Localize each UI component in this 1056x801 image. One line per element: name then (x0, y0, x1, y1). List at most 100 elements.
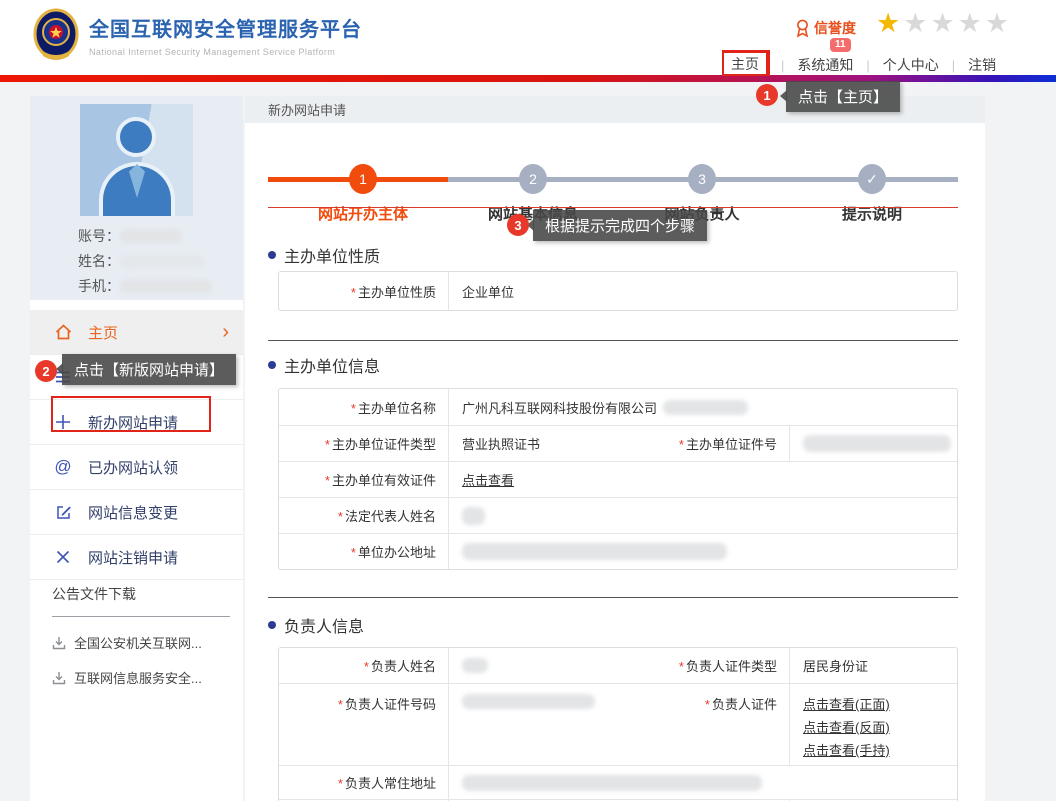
field-label: *负责人证件号码 (279, 684, 448, 713)
field-value (448, 498, 957, 533)
table-row: *负责人证件号码 *负责人证件 点击查看(正面) 点击查看(反面) 点击查看(手… (279, 683, 957, 765)
reputation: 信誉度 (795, 18, 856, 38)
wizard-divider (268, 207, 958, 208)
field-value: 企业单位 (448, 272, 957, 310)
star-icon: ★ (876, 8, 903, 38)
annotation-circle-3: 3 (507, 214, 529, 236)
account-label: 账号： (78, 224, 120, 249)
notice-count-badge: 11 (830, 38, 851, 52)
sidebar-item-home[interactable]: 主页 › (30, 310, 243, 355)
avatar (80, 104, 193, 216)
brand-titles: 全国互联网安全管理服务平台 National Internet Security… (89, 13, 362, 57)
required-mark: * (364, 659, 369, 674)
reputation-label: 信誉度 (814, 18, 856, 38)
annotation-circle-2: 2 (35, 360, 57, 382)
sidebar-item-label: 网站信息变更 (88, 502, 178, 523)
section-title-nature: 主办单位性质 (268, 243, 380, 267)
required-mark: * (351, 545, 356, 560)
section-title-org: 主办单位信息 (268, 353, 380, 377)
annotation-tooltip-2: 点击【新版网站申请】 (62, 354, 236, 385)
sidebar-menu: 主页 › 新办网站申请 @ 已办网站认领 (30, 310, 243, 580)
app-subtitle: National Internet Security Management Se… (89, 47, 362, 57)
redacted-value (462, 694, 595, 709)
redacted-account-value (120, 230, 182, 243)
field-value: 广州凡科互联网科技股份有限公司 (448, 389, 957, 425)
table-row: *主办单位有效证件 点击查看 (279, 461, 957, 497)
org-table: *主办单位名称 广州凡科互联网科技股份有限公司 *主办单位证件类型 营业执照证书… (278, 388, 958, 570)
reputation-stars: ★★★★★ (876, 8, 1012, 39)
required-mark: * (338, 509, 343, 524)
field-label: *负责人证件 (619, 684, 789, 713)
edit-icon (52, 502, 74, 522)
step-circle-3: 3 (688, 164, 716, 194)
annotation-circle-1: 1 (756, 84, 778, 106)
redacted-value (462, 543, 727, 560)
view-id-handheld-link[interactable]: 点击查看(手持) (803, 740, 957, 759)
sidebar-item-label: 主页 (88, 322, 118, 343)
redacted-value (663, 400, 748, 415)
field-value (448, 684, 619, 765)
field-label: *主办单位有效证件 (279, 470, 448, 489)
table-row: *主办单位性质 企业单位 (279, 272, 957, 310)
field-value (448, 766, 957, 799)
app-title: 全国互联网安全管理服务平台 (89, 13, 362, 42)
page-title: 新办网站申请 (268, 100, 346, 119)
at-icon: @ (52, 457, 74, 477)
bullet-icon (268, 361, 276, 369)
table-row: *主办单位证件类型 营业执照证书 *主办单位证件号 (279, 425, 957, 461)
section-divider (268, 340, 958, 341)
table-row: *主办单位名称 广州凡科互联网科技股份有限公司 (279, 389, 957, 425)
field-value (448, 648, 619, 683)
star-icon: ★ (958, 8, 985, 38)
download-link-label: 互联网信息服务安全... (74, 668, 202, 687)
view-id-front-link[interactable]: 点击查看(正面) (803, 694, 957, 713)
view-id-back-link[interactable]: 点击查看(反面) (803, 717, 957, 736)
step-circle-1: 1 (349, 164, 377, 194)
section-divider (268, 597, 958, 598)
field-label: *单位办公地址 (279, 542, 448, 561)
redacted-value (803, 435, 951, 452)
field-label: *主办单位性质 (279, 282, 448, 301)
main-content: 新办网站申请 1 2 3 ✓ 网站开办主体 网站基本信息 网站负责人 提示说明 … (245, 96, 985, 801)
table-row: *负责人常住地址 (279, 765, 957, 799)
required-mark: * (679, 437, 684, 452)
step-circle-4-check: ✓ (858, 164, 886, 194)
redacted-value (462, 775, 762, 791)
required-mark: * (325, 473, 330, 488)
annotation-tooltip-3: 根据提示完成四个步骤 (533, 210, 707, 241)
nav-system-notices[interactable]: 系统通知 (797, 55, 853, 75)
view-org-cert-link[interactable]: 点击查看 (462, 470, 514, 489)
required-mark: * (679, 659, 684, 674)
app-header: 全国互联网安全管理服务平台 National Internet Security… (0, 0, 1056, 75)
brand: 全国互联网安全管理服务平台 National Internet Security… (33, 8, 362, 62)
field-label: *主办单位名称 (279, 398, 448, 417)
field-label: *负责人姓名 (279, 656, 448, 675)
required-mark: * (325, 437, 330, 452)
field-value: 营业执照证书 (448, 426, 619, 461)
step-circle-2: 2 (519, 164, 547, 194)
nav-logout[interactable]: 注销 (968, 55, 996, 75)
screen: 全国互联网安全管理服务平台 National Internet Security… (0, 0, 1056, 801)
person-table: *负责人姓名 *负责人证件类型 居民身份证 *负责人证件号码 *负责人证件 点击… (278, 647, 958, 801)
field-value: 点击查看 (448, 462, 957, 497)
field-label: *负责人常住地址 (279, 773, 448, 792)
sidebar-item-change-website-info[interactable]: 网站信息变更 (30, 490, 243, 535)
sidebar-item-cancel-website[interactable]: 网站注销申请 (30, 535, 243, 580)
nav-separator: | (952, 58, 955, 73)
redacted-phone-value (120, 280, 212, 293)
field-label: *法定代表人姓名 (279, 506, 448, 525)
section-title-text: 负责人信息 (284, 613, 364, 637)
table-row: *单位办公地址 (279, 533, 957, 569)
download-link[interactable]: 全国公安机关互联网... (52, 633, 230, 652)
redacted-value (462, 507, 485, 525)
section-title-text: 主办单位信息 (284, 353, 380, 377)
avatar-head (116, 117, 156, 157)
star-icon: ★ (930, 8, 957, 38)
required-mark: * (705, 697, 710, 712)
field-label: *负责人证件类型 (619, 656, 789, 675)
nav-personal-center[interactable]: 个人中心 (883, 55, 939, 75)
table-row: *负责人姓名 *负责人证件类型 居民身份证 (279, 648, 957, 683)
annotation-box-home-nav (722, 50, 770, 76)
sidebar-item-claim-website[interactable]: @ 已办网站认领 (30, 445, 243, 490)
download-link[interactable]: 互联网信息服务安全... (52, 668, 230, 687)
